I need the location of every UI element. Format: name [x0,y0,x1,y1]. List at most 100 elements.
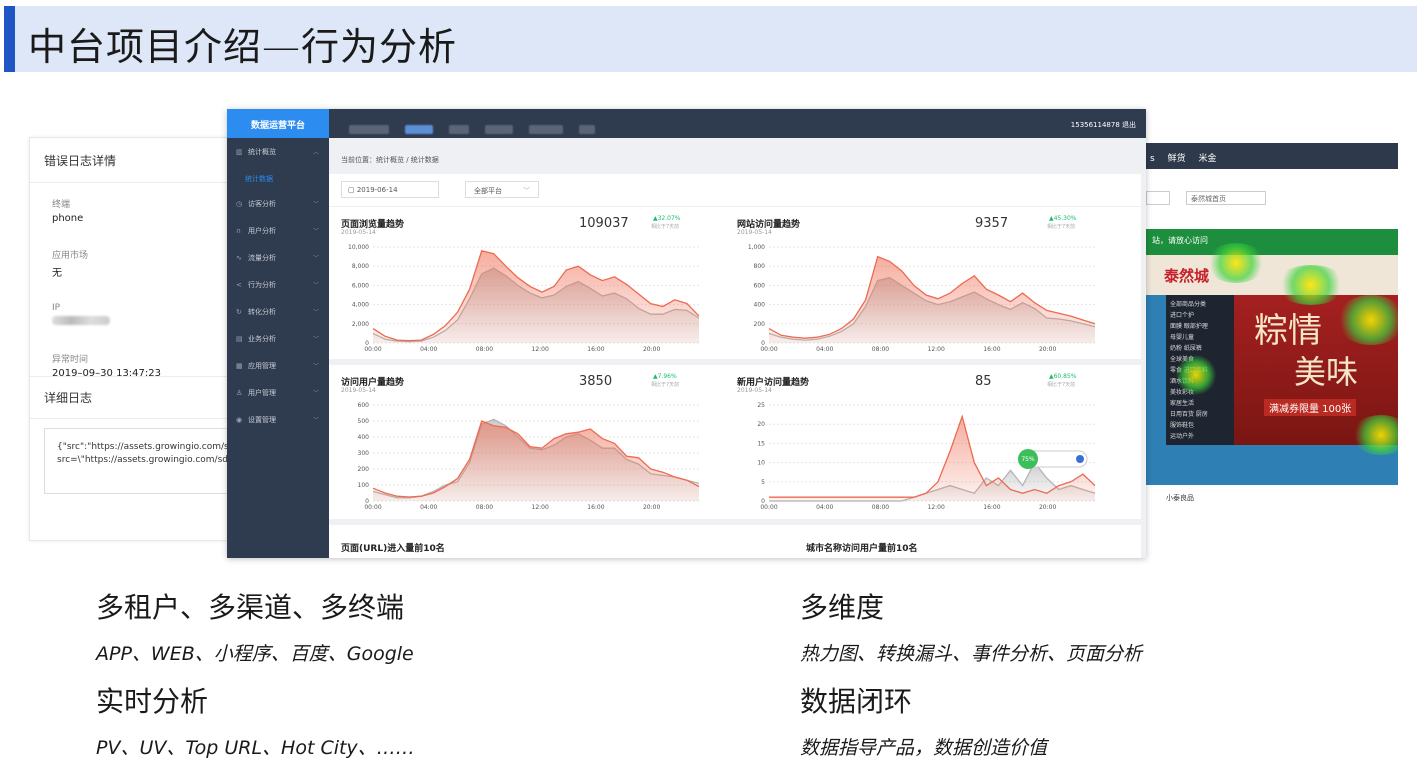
chart-compare-label: 相比于7天前 [651,382,680,388]
series-area [373,250,699,343]
bar-chart-icon: ▥ [236,148,243,156]
field-label: 异常时间 [52,355,89,365]
topbar-tab[interactable] [485,125,513,134]
topbar-tab[interactable] [405,125,433,134]
sidebar-item-label: 转化分析 [248,308,276,316]
y-tick-label: 4,000 [352,302,369,309]
series-area [769,256,1095,343]
field-value: 无 [52,268,62,279]
menu-item[interactable]: 面膜 眼部护理 [1170,321,1230,332]
error-log-heading: 错误日志详情 [30,138,234,183]
sidebar-item-visitor[interactable]: ◷ 访客分析 ﹀ [227,190,329,217]
chevron-up-icon: ︿ [312,149,319,156]
error-log-panel: 错误日志详情 终端 phone 应用市场 无 IP 异常时间 2019–09–3… [29,137,244,541]
chart-svg: 10,0008,0006,0004,0002,000000:00 04:00 08:… [348,244,700,353]
x-tick-label: 16:00 [983,346,1000,353]
shop-nav-item[interactable]: 米金 [1198,154,1216,164]
code-line: {"src":"https://assets.growingio.com/sdk… [57,442,243,452]
title-bar: 中台项目介绍—行为分析 [4,6,1417,72]
sidebar-item-user[interactable]: ∩ 用户分析 ﹀ [227,217,329,244]
chevron-down-icon: ﹀ [312,201,319,208]
y-tick-label: 8,000 [352,263,369,270]
analytics-dashboard: 数据运营平台 ▥ 统计概览 ︿ 统计数据 ◷ 访客分析 ﹀ ∩ 用户分析 ﹀ ∿ 流量分析 ﹀ … [227,109,1146,558]
menu-item[interactable]: 日用百货 厨房 [1170,409,1230,420]
shop-select-left[interactable] [1146,191,1170,205]
field-ip: IP [30,303,234,328]
shop-logo[interactable]: 泰然城 [1164,265,1209,286]
y-tick-label: 6,000 [352,282,369,289]
chart-change-pct: ▲60.85% [1049,373,1077,380]
feature-realtime: 实时分析 [96,685,209,718]
chart-panel: 访问用户量趋势 2019-05-14 3850 ▲7.96% 相比于7天前 600 500 4… [329,365,727,515]
field-label: 应用市场 [52,251,89,261]
topbar-tab[interactable] [579,125,595,134]
sidebar-item-label: 业务分析 [248,335,276,343]
menu-item[interactable]: 进口个护 [1170,310,1230,321]
sidebar-item-app-manage[interactable]: ▦ 应用管理 ﹀ [227,352,329,379]
y-tick-label: 5 [761,479,765,486]
sidebar-item-business[interactable]: ▤ 业务分析 ﹀ [227,325,329,352]
topbar-tab[interactable] [449,125,469,134]
sidebar-item-traffic[interactable]: ∿ 流量分析 ﹀ [227,244,329,271]
y-tick-label: 25 [757,402,765,409]
sidebar-item-behavior[interactable]: < 行为分析 ﹀ [227,271,329,298]
dashboard-sidebar: 数据运营平台 ▥ 统计概览 ︿ 统计数据 ◷ 访客分析 ﹀ ∩ 用户分析 ﹀ ∿ 流量分析 ﹀ … [227,109,329,558]
heat-spot [1336,295,1398,345]
shop-page-select[interactable]: 泰然城首页 [1186,191,1266,205]
chart-total: 85 [975,374,992,389]
code-line: src=\"https://assets.growingio.com/sdk/ [57,455,237,465]
dashboard-brand[interactable]: 数据运营平台 [227,109,329,138]
sidebar-item-conversion[interactable]: ↻ 转化分析 ﹀ [227,298,329,325]
sidebar-item-label: 用户分析 [248,227,276,235]
detail-log-code[interactable]: {"src":"https://assets.growingio.com/sdk… [44,428,244,494]
sidebar-item-label: 访客分析 [248,200,276,208]
y-tick-label: 1,000 [748,244,765,251]
shop-nav-item[interactable]: 鲜货 [1168,154,1186,164]
sidebar-item-settings[interactable]: ◉ 设置管理 ﹀ [227,406,329,433]
banner-title: 粽情 [1254,311,1322,351]
menu-item[interactable]: 服饰鞋包 [1170,420,1230,431]
heat-spot [1176,355,1216,395]
topbar-tab[interactable] [349,125,389,134]
y-tick-label: 600 [754,282,766,289]
x-tick-label: 12:00 [532,346,549,353]
topbar-tab[interactable] [529,125,563,134]
y-tick-label: 15 [757,440,765,447]
platform-select[interactable]: 全部平台 ﹀ [465,181,539,198]
heat-spot [1351,415,1398,455]
menu-item[interactable]: 运动户外 [1170,431,1230,442]
x-tick-label: 12:00 [928,346,945,353]
menu-item[interactable]: 全部商品分类 [1170,299,1230,310]
x-tick-label: 20:00 [1039,346,1056,353]
y-tick-label: 100 [358,482,370,489]
shop-footer: 小泰良品 [1146,485,1398,538]
chart-compare-label: 相比于7天前 [1047,224,1076,230]
sidebar-item-overview[interactable]: ▥ 统计概览 ︿ [227,138,329,165]
chevron-down-icon: ﹀ [312,309,319,316]
heat-spot [1276,265,1346,305]
chevron-down-icon: ﹀ [312,390,319,397]
shop-filter-bar: 泰然城首页 [1146,169,1398,229]
shop-nav-item[interactable]: s [1150,154,1155,164]
x-tick-label: 20:00 [1039,504,1056,511]
menu-item[interactable]: 家居生活 [1170,398,1230,409]
user-logout[interactable]: 15356114878 退出 [1071,120,1136,130]
platform-value: 全部平台 [474,187,502,195]
y-tick-label: 400 [358,434,370,441]
sidebar-item-stats-data[interactable]: 统计数据 [227,165,329,190]
chevron-down-icon: ﹀ [312,255,319,262]
x-tick-label: 00:00 [364,504,381,511]
chart-svg: 600500400300200100000:00 04:00 08:00 12:00 1… [358,402,700,511]
sidebar-item-user-manage[interactable]: ♙ 用户管理 ﹀ [227,379,329,406]
x-tick-label: 16:00 [983,504,1000,511]
feature-data-loop: 数据闭环 [800,685,913,718]
x-tick-label: 16:00 [587,346,604,353]
date-picker[interactable]: ▢ 2019-06-14 [341,181,439,198]
menu-item[interactable]: 母婴儿童 [1170,332,1230,343]
field-terminal: 终端 phone [30,197,234,224]
chart-date: 2019-05-14 [341,229,376,236]
feature-multi-dimension: 多维度 [800,591,885,624]
feature-data-loop-desc: 数据指导产品，数据创造价值 [800,737,1048,759]
ip-blurred [52,316,110,325]
menu-item[interactable]: 奶粉 纸尿裤 [1170,343,1230,354]
